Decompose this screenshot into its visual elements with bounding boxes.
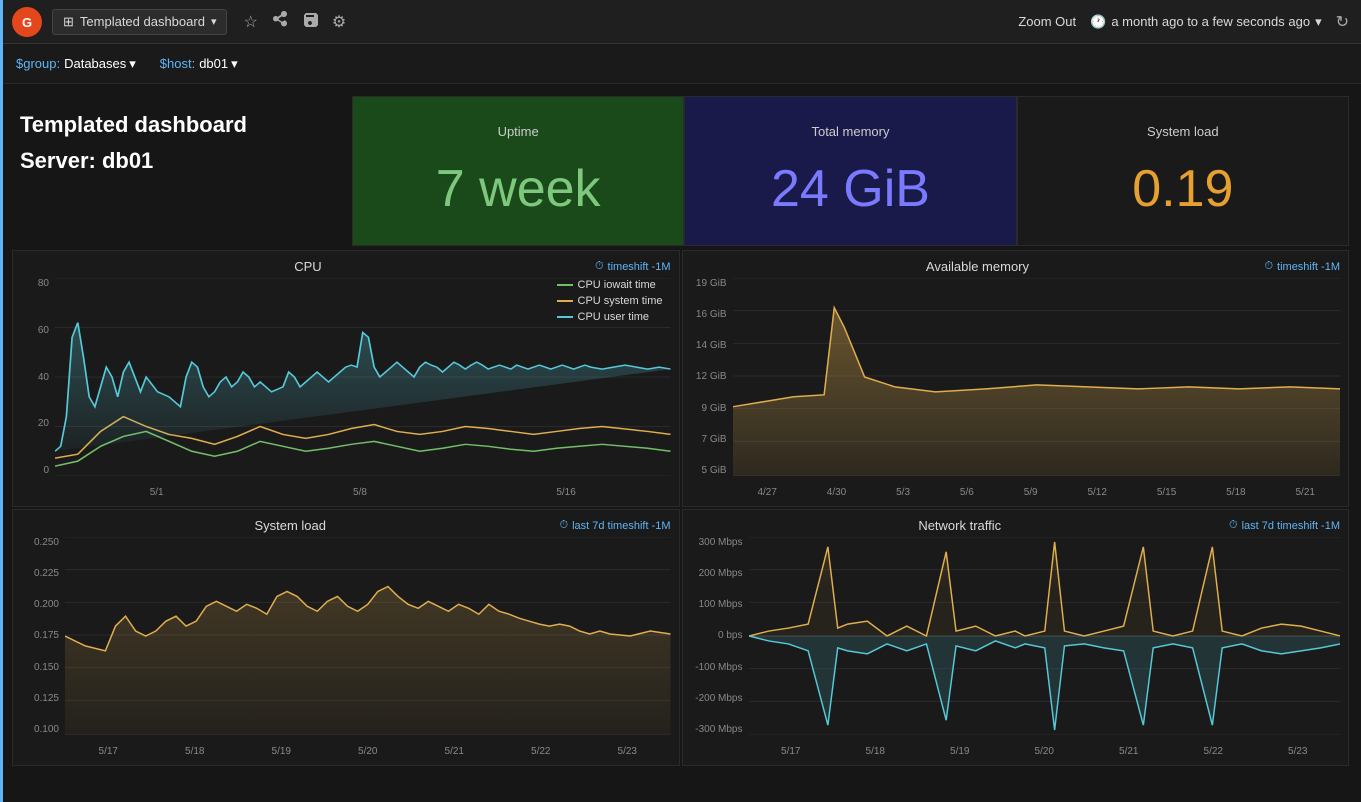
system-load-card: System load 0.19 [1017, 96, 1349, 246]
uptime-value: 7 week [436, 159, 601, 219]
cpu-chart-title: CPU [21, 259, 595, 274]
network-chart-panel: Network traffic ⏱ last 7d timeshift -1M … [682, 509, 1350, 766]
dashboard-selector[interactable]: ⊞ Templated dashboard ▾ [52, 9, 227, 35]
star-icon[interactable]: ☆ [243, 12, 257, 32]
charts-row2: System load ⏱ last 7d timeshift -1M 0.25… [12, 509, 1349, 766]
topbar-actions: ☆ ⚙ [243, 11, 346, 32]
dashboard-title-block: Templated dashboard Server: db01 [12, 96, 352, 190]
memory-chart-canvas: 19 GiB16 GiB14 GiB12 GiB9 GiB7 GiB5 GiB [691, 278, 1341, 498]
total-memory-title: Total memory [811, 124, 889, 139]
grid-icon: ⊞ [63, 14, 74, 30]
host-dropdown-icon: ▾ [231, 56, 238, 72]
uptime-card: Uptime 7 week [352, 96, 684, 246]
total-memory-value: 24 GiB [771, 159, 930, 219]
host-value[interactable]: db01 ▾ [199, 56, 237, 72]
network-chart-header: Network traffic ⏱ last 7d timeshift -1M [691, 518, 1341, 533]
dropdown-arrow-icon: ▾ [211, 15, 217, 28]
clock-small-icon: ⏱ [595, 260, 604, 273]
group-filter: $group: Databases ▾ [16, 56, 136, 72]
zoom-out-button[interactable]: Zoom Out [1018, 14, 1076, 29]
dashboard-title: Templated dashboard [20, 112, 352, 138]
topbar-right: Zoom Out 🕐 a month ago to a few seconds … [1018, 12, 1349, 32]
memory-timeshift: ⏱ timeshift -1M [1264, 260, 1340, 273]
save-icon[interactable] [302, 11, 318, 32]
filterbar: $group: Databases ▾ $host: db01 ▾ [0, 44, 1361, 84]
topbar: G ⊞ Templated dashboard ▾ ☆ ⚙ Zoom Out 🕐… [0, 0, 1361, 44]
memory-svg [733, 278, 1341, 476]
cpu-svg [55, 278, 671, 476]
memory-chart-title: Available memory [691, 259, 1265, 274]
server-title: Server: db01 [20, 148, 352, 174]
time-dropdown-icon: ▾ [1315, 14, 1322, 30]
cpu-y-axis: 806040200 [21, 278, 53, 476]
system-load-value: 0.19 [1132, 159, 1233, 219]
network-y-axis: 300 Mbps200 Mbps100 Mbps0 bps-100 Mbps-2… [691, 537, 747, 735]
network-timeshift: ⏱ last 7d timeshift -1M [1229, 519, 1340, 532]
sysload-svg [65, 537, 671, 735]
cpu-chart-canvas: 806040200 [21, 278, 671, 498]
dashboard-label: Templated dashboard [80, 14, 205, 29]
charts-row1: CPU ⏱ timeshift -1M CPU iowait time CPU … [12, 250, 1349, 507]
stat-cards: Uptime 7 week Total memory 24 GiB System… [352, 96, 1349, 246]
group-value[interactable]: Databases ▾ [64, 56, 136, 72]
uptime-title: Uptime [498, 124, 539, 139]
sysload-x-axis: 5/175/185/195/205/215/225/23 [65, 746, 671, 757]
sysload-y-axis: 0.2500.2250.2000.1750.1500.1250.100 [21, 537, 63, 735]
network-chart-canvas: 300 Mbps200 Mbps100 Mbps0 bps-100 Mbps-2… [691, 537, 1341, 757]
time-range-label: a month ago to a few seconds ago [1111, 14, 1310, 29]
clock-icon-sl: ⏱ [559, 519, 568, 532]
time-range[interactable]: 🕐 a month ago to a few seconds ago ▾ [1090, 14, 1321, 30]
group-dropdown-icon: ▾ [129, 56, 136, 72]
refresh-button[interactable]: ↻ [1336, 12, 1349, 32]
host-label: $host: [160, 56, 195, 71]
system-load-title: System load [1147, 124, 1219, 139]
sysload-chart-title: System load [21, 518, 559, 533]
cpu-chart-header: CPU ⏱ timeshift -1M [21, 259, 671, 274]
memory-chart-panel: Available memory ⏱ timeshift -1M 19 GiB1… [682, 250, 1350, 507]
clock-icon-mem: ⏱ [1264, 260, 1273, 273]
group-label: $group: [16, 56, 60, 71]
memory-x-axis: 4/274/305/35/65/95/125/155/185/21 [733, 487, 1341, 498]
sysload-chart-canvas: 0.2500.2250.2000.1750.1500.1250.100 [21, 537, 671, 757]
panel-marker [0, 0, 3, 802]
app-logo: G [12, 7, 42, 37]
cpu-x-axis: 5/15/85/16 [55, 487, 671, 498]
sysload-chart-panel: System load ⏱ last 7d timeshift -1M 0.25… [12, 509, 680, 766]
network-x-axis: 5/175/185/195/205/215/225/23 [749, 746, 1341, 757]
total-memory-card: Total memory 24 GiB [684, 96, 1016, 246]
sysload-chart-header: System load ⏱ last 7d timeshift -1M [21, 518, 671, 533]
network-chart-title: Network traffic [691, 518, 1229, 533]
title-section: Templated dashboard Server: db01 Uptime … [12, 96, 1349, 246]
settings-icon[interactable]: ⚙ [332, 12, 346, 32]
clock-icon-net: ⏱ [1229, 519, 1238, 532]
memory-chart-header: Available memory ⏱ timeshift -1M [691, 259, 1341, 274]
sysload-timeshift: ⏱ last 7d timeshift -1M [559, 519, 670, 532]
cpu-timeshift: ⏱ timeshift -1M [595, 260, 671, 273]
main-content: Templated dashboard Server: db01 Uptime … [0, 84, 1361, 778]
memory-y-axis: 19 GiB16 GiB14 GiB12 GiB9 GiB7 GiB5 GiB [691, 278, 731, 476]
share-icon[interactable] [272, 11, 288, 32]
svg-text:G: G [22, 15, 32, 30]
host-filter: $host: db01 ▾ [160, 56, 238, 72]
cpu-chart-panel: CPU ⏱ timeshift -1M CPU iowait time CPU … [12, 250, 680, 507]
network-svg [749, 537, 1341, 735]
clock-icon: 🕐 [1090, 14, 1106, 30]
